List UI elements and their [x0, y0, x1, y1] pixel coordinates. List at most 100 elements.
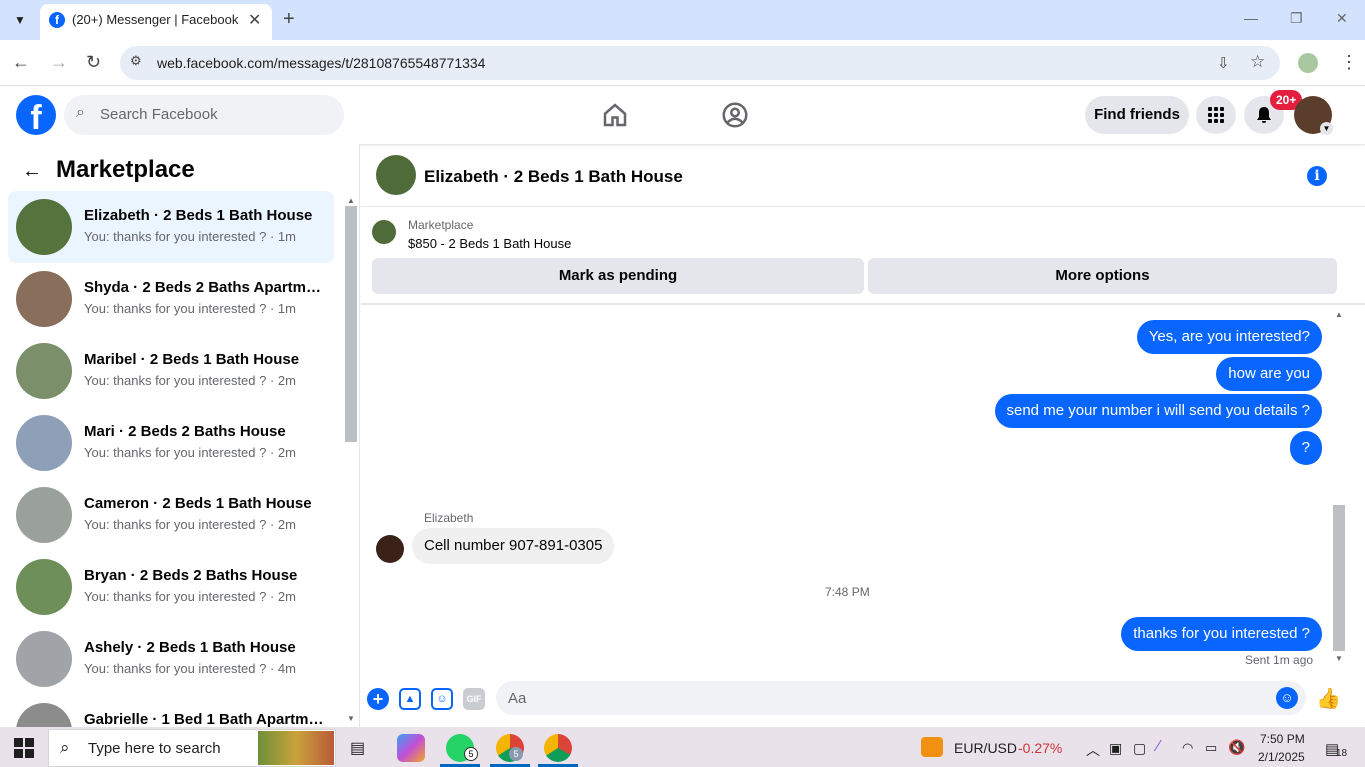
chrome-badge: 5 [509, 747, 523, 761]
conversation-item[interactable]: Cameron · 2 Beds 1 Bath House You: thanks… [8, 479, 334, 551]
scroll-up-icon[interactable]: ▲ [1335, 310, 1343, 319]
install-app-icon[interactable]: ⇩ [1217, 54, 1230, 72]
conversation-preview: You: thanks for you interested ? · 1m [84, 301, 296, 316]
home-icon[interactable] [600, 100, 630, 130]
outgoing-message[interactable]: how are you [1216, 357, 1322, 391]
pen-icon[interactable]: ⁄ [1157, 738, 1160, 756]
conversation-preview: You: thanks for you interested ? · 1m [84, 229, 296, 244]
tab-title: (20+) Messenger | Facebook [72, 12, 239, 27]
incoming-message[interactable]: Cell number 907-891-0305 [412, 528, 615, 564]
listing-price[interactable]: $850 - 2 Beds 1 Bath House [408, 236, 571, 251]
chat-avatar[interactable] [376, 155, 416, 195]
plus-icon[interactable]: + [367, 688, 389, 710]
chrome-profile-icon[interactable] [544, 734, 572, 762]
wifi-icon[interactable]: ◠ [1182, 740, 1193, 756]
forward-icon[interactable]: → [50, 52, 68, 73]
conversation-preview: You: thanks for you interested ? · 2m [84, 589, 296, 604]
taskbar-search-icon: ⌕ [60, 738, 70, 757]
chat-scrollbar-thumb[interactable] [1333, 505, 1345, 651]
outgoing-message[interactable]: thanks for you interested ? [1121, 617, 1322, 651]
url-text[interactable]: web.facebook.com/messages/t/281087655487… [157, 55, 485, 71]
forex-pair[interactable]: EUR/USD [954, 740, 1017, 756]
close-window-icon[interactable]: ✕ [1336, 10, 1348, 27]
outgoing-message[interactable]: send me your number i will send you deta… [994, 394, 1322, 428]
conversation-item[interactable]: Mari · 2 Beds 2 Baths House You: thanks f… [8, 407, 334, 479]
chat-title[interactable]: Elizabeth · 2 Beds 1 Bath House [424, 167, 683, 187]
photo-icon[interactable]: ▲ [399, 688, 421, 710]
show-hidden-icons-icon[interactable]: ︿ [1086, 740, 1100, 760]
volume-muted-icon[interactable]: 🔇 [1228, 739, 1245, 756]
task-view-icon[interactable]: ▤ [350, 738, 365, 758]
conversation-item[interactable]: Bryan · 2 Beds 2 Baths House You: thanks … [8, 551, 334, 623]
more-options-button[interactable]: More options [868, 258, 1337, 294]
taskbar-search-placeholder: Type here to search [88, 740, 221, 757]
find-friends-button[interactable]: Find friends [1085, 96, 1189, 134]
gif-icon[interactable]: GIF [463, 688, 485, 710]
restore-icon[interactable]: ❐ [1290, 10, 1303, 27]
conversation-item[interactable]: Shyda · 2 Beds 2 Baths Apartme... You: th… [8, 263, 334, 335]
profile-icon[interactable] [1298, 53, 1318, 73]
windows-start-icon[interactable] [14, 738, 34, 758]
message-input[interactable] [496, 681, 1306, 715]
groups-icon[interactable] [720, 100, 750, 130]
emoji-icon[interactable]: ☺ [1276, 687, 1298, 709]
sidebar-scrollbar-thumb[interactable] [345, 206, 357, 442]
menu-grid-icon[interactable] [1196, 96, 1236, 134]
search-highlight-image[interactable] [258, 731, 334, 765]
conversation-name: Mari · 2 Beds 2 Baths House [84, 423, 286, 440]
battery-icon[interactable]: ▭ [1205, 740, 1217, 756]
account-chevron-icon[interactable]: ▼ [1320, 122, 1333, 135]
listing-label: Marketplace [408, 218, 474, 232]
back-arrow-icon[interactable]: ← [22, 160, 42, 183]
tab-search-chevron-icon[interactable]: ▼ [8, 8, 32, 32]
conversation-avatar [16, 271, 72, 327]
conversation-avatar [16, 487, 72, 543]
whatsapp-badge: 5 [464, 747, 478, 761]
reload-icon[interactable]: ↻ [86, 52, 101, 73]
forex-widget-icon[interactable] [921, 737, 943, 757]
scroll-up-icon[interactable]: ▲ [347, 196, 355, 205]
clock-date[interactable]: 2/1/2025 [1258, 750, 1305, 764]
minimize-icon[interactable]: — [1244, 10, 1258, 26]
listing-thumbnail[interactable] [372, 220, 396, 244]
mark-as-pending-button[interactable]: Mark as pending [372, 258, 864, 294]
sender-avatar[interactable] [376, 535, 404, 563]
info-icon[interactable]: i [1307, 166, 1327, 186]
conversation-name: Maribel · 2 Beds 1 Bath House [84, 351, 300, 368]
conversation-name: Cameron · 2 Beds 1 Bath House [84, 495, 312, 512]
conversation-item[interactable]: Ashely · 2 Beds 1 Bath House You: thanks … [8, 623, 334, 695]
conversation-name: Shyda · 2 Beds 2 Baths Apartme... [84, 279, 324, 296]
conversation-item[interactable]: Elizabeth · 2 Beds 1 Bath House You: than… [8, 191, 334, 263]
conversation-avatar [16, 415, 72, 471]
site-info-icon[interactable]: ⚙ [130, 53, 142, 69]
conversation-name: Gabrielle · 1 Bed 1 Bath Apartme... [84, 711, 324, 728]
facebook-logo-icon[interactable]: f [16, 95, 56, 135]
clock-time[interactable]: 7:50 PM [1260, 732, 1305, 746]
search-placeholder: Search Facebook [100, 106, 218, 123]
sticker-icon[interactable]: ☺ [431, 688, 453, 710]
browser-menu-icon[interactable]: ⋮ [1340, 52, 1358, 73]
outgoing-message[interactable]: Yes, are you interested? [1136, 320, 1322, 354]
forex-change[interactable]: -0.27% [1018, 740, 1062, 756]
meet-now-icon[interactable]: ▢ [1133, 740, 1146, 757]
conversation-avatar [16, 559, 72, 615]
conversation-name: Ashely · 2 Beds 1 Bath House [84, 639, 296, 656]
scroll-down-icon[interactable]: ▼ [347, 714, 355, 723]
search-icon: ⌕ [76, 104, 85, 121]
message-timestamp: 7:48 PM [825, 585, 870, 599]
back-icon[interactable]: ← [12, 52, 30, 73]
outgoing-message[interactable]: ? [1289, 431, 1322, 465]
bookmark-star-icon[interactable]: ☆ [1250, 52, 1265, 72]
close-tab-icon[interactable]: ✕ [248, 10, 261, 30]
conversation-name: Elizabeth · 2 Beds 1 Bath House [84, 207, 313, 224]
new-tab-icon[interactable]: + [283, 8, 295, 31]
system-tray-icon[interactable]: ▣ [1109, 740, 1122, 757]
conversation-avatar [16, 631, 72, 687]
conversation-item[interactable]: Maribel · 2 Beds 1 Bath House You: thanks… [8, 335, 334, 407]
conversation-preview: You: thanks for you interested ? · 2m [84, 445, 296, 460]
conversation-preview: You: thanks for you interested ? · 2m [84, 517, 296, 532]
scroll-down-icon[interactable]: ▼ [1335, 654, 1343, 663]
notification-count: 18 [1336, 748, 1348, 759]
copilot-icon[interactable] [397, 734, 425, 762]
thumbs-up-icon[interactable]: 👍 [1316, 686, 1341, 710]
